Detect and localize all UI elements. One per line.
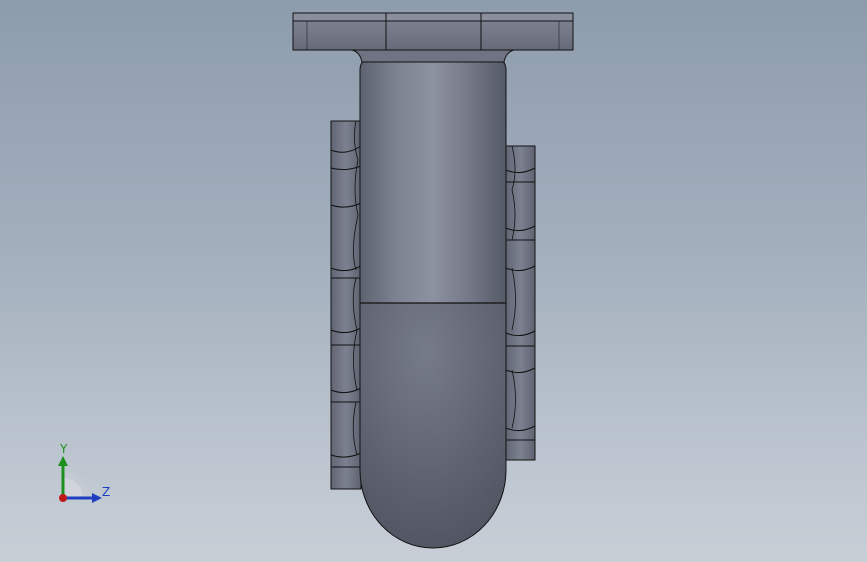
flange-neck[interactable] bbox=[351, 49, 515, 63]
reference-triad[interactable]: Y Z bbox=[50, 440, 120, 510]
z-axis-arrow bbox=[92, 493, 102, 503]
y-axis-label: Y bbox=[60, 442, 68, 456]
y-axis-arrow bbox=[58, 456, 68, 466]
x-axis-dot bbox=[59, 494, 67, 502]
model-view[interactable] bbox=[0, 0, 867, 562]
right-rib-stack[interactable] bbox=[505, 145, 536, 461]
left-rib-stack[interactable] bbox=[330, 120, 362, 490]
top-flange[interactable] bbox=[292, 12, 574, 51]
z-axis-label: Z bbox=[102, 485, 111, 499]
pipe-body[interactable] bbox=[359, 57, 507, 549]
graphics-viewport[interactable]: Y Z bbox=[0, 0, 867, 562]
